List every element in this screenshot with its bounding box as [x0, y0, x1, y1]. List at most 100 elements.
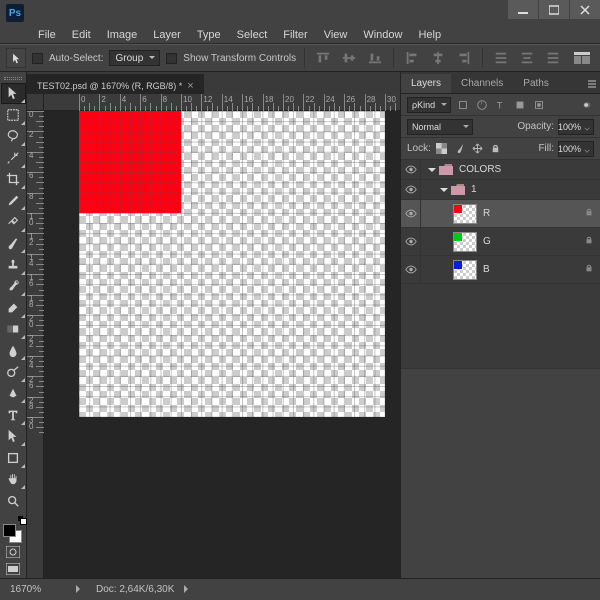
- menu-select[interactable]: Select: [229, 27, 276, 43]
- zoom-level-field[interactable]: 1670%: [6, 582, 66, 598]
- layer-b[interactable]: B: [401, 256, 600, 284]
- distribute-top-icon[interactable]: [491, 48, 511, 68]
- layer-group-colors[interactable]: COLORS: [401, 160, 600, 180]
- lock-pixels-icon[interactable]: [453, 142, 467, 156]
- layer-r[interactable]: R: [401, 200, 600, 228]
- group-disclose-icon[interactable]: [427, 165, 437, 175]
- status-flyout-icon[interactable]: [76, 585, 86, 595]
- auto-select-mode-dropdown[interactable]: Group: [109, 50, 160, 66]
- visibility-toggle[interactable]: [401, 256, 421, 283]
- current-tool-icon[interactable]: [6, 48, 26, 68]
- quickmask-toggle[interactable]: [2, 544, 24, 560]
- panel-tab-channels[interactable]: Channels: [451, 74, 513, 93]
- canvas[interactable]: [79, 111, 385, 417]
- layer-thumbnail[interactable]: [453, 204, 477, 224]
- layer-filter-kind-dropdown[interactable]: ρ Kind: [407, 97, 451, 113]
- menu-view[interactable]: View: [316, 27, 356, 43]
- menu-help[interactable]: Help: [410, 27, 449, 43]
- window-close-button[interactable]: [570, 0, 600, 19]
- distribute-vcenter-icon[interactable]: [517, 48, 537, 68]
- hand-tool[interactable]: [1, 469, 26, 490]
- blur-tool[interactable]: [1, 340, 26, 361]
- screenmode-toggle[interactable]: [2, 561, 24, 577]
- menu-edit[interactable]: Edit: [64, 27, 99, 43]
- document-tab[interactable]: TEST02.psd @ 1670% (R, RGB/8) * ×: [27, 74, 204, 94]
- menu-layer[interactable]: Layer: [145, 27, 189, 43]
- color-swatches[interactable]: [1, 516, 26, 543]
- auto-select-checkbox[interactable]: [32, 53, 43, 64]
- distribute-bottom-icon[interactable]: [543, 48, 563, 68]
- blend-mode-dropdown[interactable]: Normal: [407, 119, 473, 135]
- gradient-tool[interactable]: [1, 319, 26, 340]
- lasso-tool[interactable]: [1, 126, 26, 147]
- eyedropper-tool[interactable]: [1, 190, 26, 211]
- dodge-tool[interactable]: [1, 361, 26, 382]
- tools-panel-grip[interactable]: [0, 74, 26, 83]
- align-hcenter-icon[interactable]: [428, 48, 448, 68]
- filter-type-icon[interactable]: T: [493, 97, 508, 112]
- layer-name[interactable]: R: [483, 208, 490, 219]
- align-top-icon[interactable]: [313, 48, 333, 68]
- show-transform-checkbox[interactable]: [166, 53, 177, 64]
- panel-tab-paths[interactable]: Paths: [513, 74, 559, 93]
- horizontal-ruler[interactable]: 024681012141618202224262830: [44, 94, 400, 111]
- opacity-input[interactable]: 100%: [558, 119, 594, 135]
- ruler-origin[interactable]: [27, 94, 44, 111]
- heal-tool[interactable]: [1, 211, 26, 232]
- brush-tool[interactable]: [1, 233, 26, 254]
- align-bottom-icon[interactable]: [365, 48, 385, 68]
- panel-tab-layers[interactable]: Layers: [401, 74, 451, 93]
- close-tab-icon[interactable]: ×: [187, 80, 193, 92]
- workspace-switcher[interactable]: [570, 48, 594, 68]
- lock-all-icon[interactable]: [489, 142, 503, 156]
- path-select-tool[interactable]: [1, 426, 26, 447]
- layer-name[interactable]: B: [483, 264, 490, 275]
- align-vcenter-icon[interactable]: [339, 48, 359, 68]
- type-tool[interactable]: [1, 404, 26, 425]
- menu-type[interactable]: Type: [189, 27, 229, 43]
- pen-tool[interactable]: [1, 383, 26, 404]
- menu-file[interactable]: File: [30, 27, 64, 43]
- align-left-icon[interactable]: [402, 48, 422, 68]
- menu-bar: File Edit Image Layer Type Select Filter…: [0, 26, 600, 44]
- filter-toggle-switch[interactable]: [579, 97, 594, 112]
- menu-window[interactable]: Window: [355, 27, 410, 43]
- menu-filter[interactable]: Filter: [275, 27, 315, 43]
- vertical-ruler[interactable]: 024681012141618202224262830: [27, 111, 44, 578]
- visibility-toggle[interactable]: [401, 200, 421, 227]
- layer-thumbnail[interactable]: [453, 260, 477, 280]
- canvas-viewport[interactable]: [44, 111, 400, 578]
- lock-transparency-icon[interactable]: [435, 142, 449, 156]
- layer-name[interactable]: 1: [471, 184, 477, 195]
- filter-smart-icon[interactable]: [531, 97, 546, 112]
- stamp-tool[interactable]: [1, 254, 26, 275]
- filter-pixel-icon[interactable]: [455, 97, 470, 112]
- visibility-toggle[interactable]: [401, 180, 421, 199]
- layer-name[interactable]: G: [483, 236, 491, 247]
- eraser-tool[interactable]: [1, 297, 26, 318]
- window-minimize-button[interactable]: [508, 0, 538, 19]
- layer-name[interactable]: COLORS: [459, 164, 501, 175]
- menu-image[interactable]: Image: [99, 27, 146, 43]
- filter-adjust-icon[interactable]: [474, 97, 489, 112]
- crop-tool[interactable]: [1, 169, 26, 190]
- layer-g[interactable]: G: [401, 228, 600, 256]
- layer-thumbnail[interactable]: [453, 232, 477, 252]
- lock-position-icon[interactable]: [471, 142, 485, 156]
- marquee-tool[interactable]: [1, 104, 26, 125]
- doc-info-flyout-icon[interactable]: [184, 585, 194, 595]
- fill-input[interactable]: 100%: [558, 141, 594, 157]
- panel-flyout-menu-icon[interactable]: [584, 75, 600, 93]
- magic-wand-tool[interactable]: [1, 147, 26, 168]
- visibility-toggle[interactable]: [401, 228, 421, 255]
- zoom-tool[interactable]: [1, 490, 26, 511]
- align-right-icon[interactable]: [454, 48, 474, 68]
- group-disclose-icon[interactable]: [439, 185, 449, 195]
- layer-group-1[interactable]: 1: [401, 180, 600, 200]
- shape-tool[interactable]: [1, 447, 26, 468]
- window-maximize-button[interactable]: [539, 0, 569, 19]
- visibility-toggle[interactable]: [401, 160, 421, 179]
- filter-shape-icon[interactable]: [512, 97, 527, 112]
- move-tool[interactable]: [1, 83, 26, 104]
- history-brush-tool[interactable]: [1, 276, 26, 297]
